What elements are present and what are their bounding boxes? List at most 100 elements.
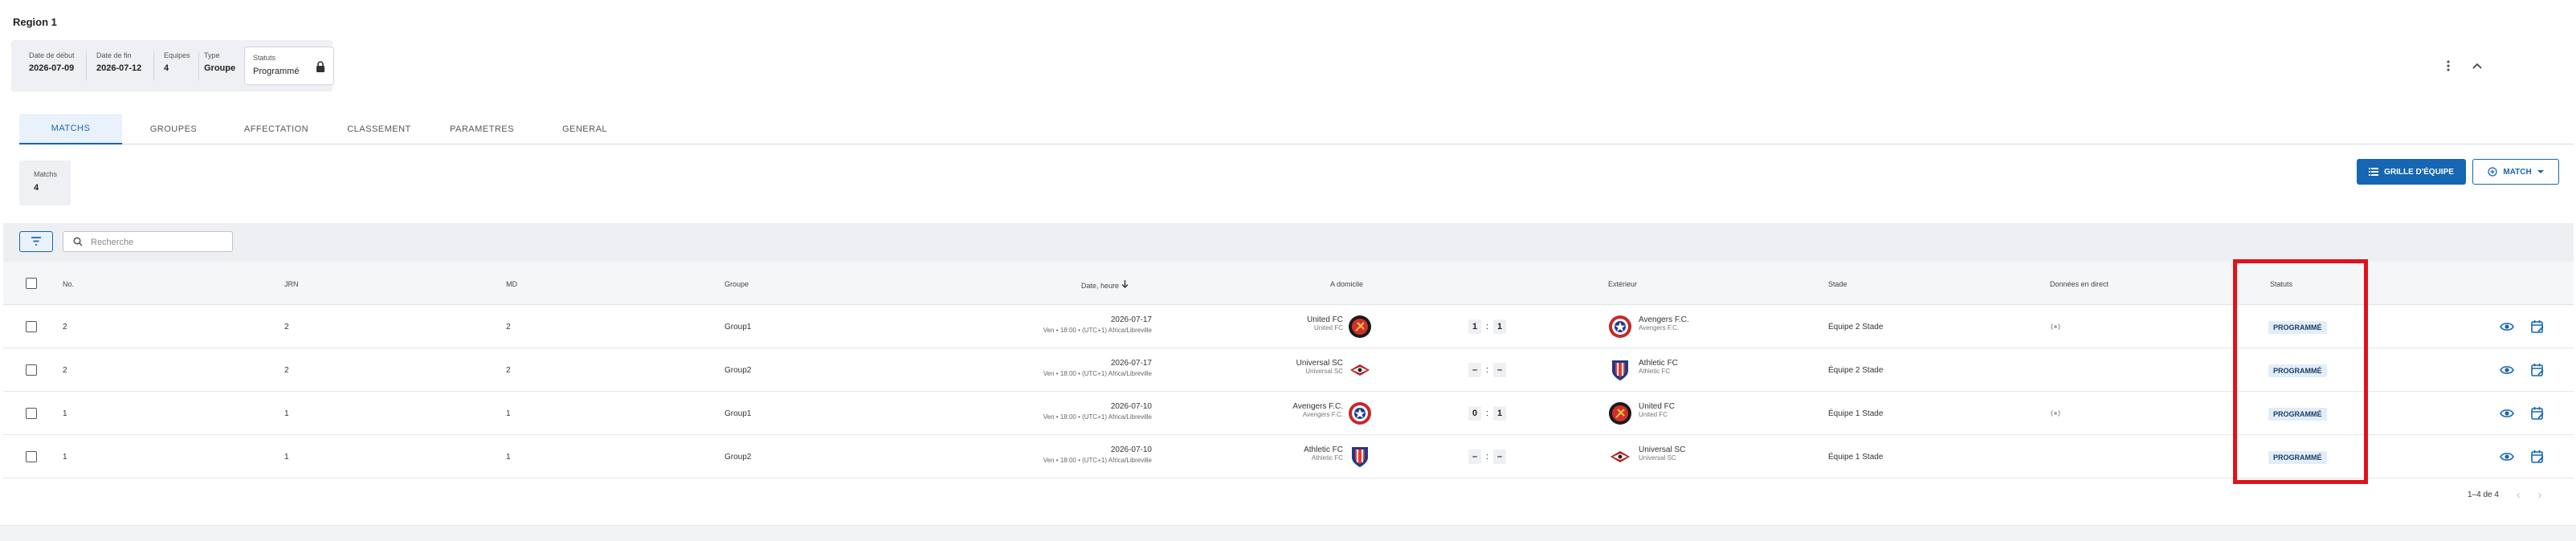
row-group: Group2 (725, 453, 752, 462)
add-circle-icon (2488, 167, 2497, 177)
score: – : – (1468, 449, 1507, 464)
search-input[interactable] (91, 235, 227, 250)
team-grid-label: GRILLE D'ÉQUIPE (2384, 167, 2454, 177)
away-score: 1 (1493, 406, 1507, 421)
row-jrn: 2 (284, 366, 289, 375)
header-datetime[interactable]: Date, heure (1081, 280, 1129, 290)
table-toolbar (3, 223, 2574, 262)
row-checkbox[interactable] (26, 321, 37, 332)
row-md: 2 (506, 323, 511, 332)
tab-parametres[interactable]: PARAMETRES (431, 114, 533, 144)
prev-page-icon[interactable]: ‹ (2517, 488, 2521, 501)
score-separator: : (1486, 409, 1489, 418)
header-group[interactable]: Groupe (725, 280, 749, 288)
teams-label: Equipes (164, 51, 190, 59)
tab-groupes[interactable]: GROUPES (122, 114, 225, 144)
header-home[interactable]: A domicile (1330, 280, 1363, 288)
avengers-fc-logo-icon (1609, 315, 1631, 338)
table-row[interactable]: 1 1 1 Group2 2026-07-10 Ven • 18:00 • (U… (3, 435, 2574, 478)
home-team-sub: Athletic FC (1311, 454, 1343, 462)
row-stadium: Équipe 2 Stade (1828, 366, 1884, 375)
row-md: 1 (506, 453, 511, 462)
header-live[interactable]: Données en direct (2050, 280, 2109, 288)
status-label: Statuts (253, 54, 276, 62)
home-team-sub: United FC (1313, 324, 1343, 332)
row-checkbox[interactable] (26, 364, 37, 376)
match-count-label: Matchs (34, 170, 58, 178)
event-info-panel: Date de début 2026-07-09 Date de fin 202… (11, 40, 334, 92)
matches-table: No. JRN MD Groupe Date, heure A domicile… (3, 262, 2574, 478)
avengers-fc-logo-icon (1349, 402, 1371, 425)
tab-general[interactable]: GENERAL (533, 114, 636, 144)
row-away-team: Athletic FC Athletic FC (1639, 359, 1678, 375)
header-away[interactable]: Extérieur (1608, 280, 1637, 288)
home-team-name: Athletic FC (1304, 445, 1343, 454)
row-home-team: United FC United FC (1208, 315, 1343, 332)
athletic-fc-logo-icon (1352, 447, 1368, 467)
calendar-edit-icon[interactable] (2530, 319, 2545, 334)
away-score: 1 (1493, 319, 1507, 334)
pagination-range: 1–4 de 4 (2468, 490, 2499, 499)
table-row[interactable]: 1 1 1 Group1 2026-07-10 Ven • 18:00 • (U… (3, 392, 2574, 435)
status-column-highlight (2233, 259, 2368, 484)
row-no: 2 (63, 366, 67, 375)
row-checkbox[interactable] (26, 451, 37, 462)
eye-icon[interactable] (2500, 449, 2514, 464)
next-page-icon[interactable]: › (2538, 488, 2542, 501)
pagination: 1–4 de 4 ‹ › (2468, 488, 2541, 501)
united-fc-logo-icon (1349, 315, 1371, 338)
eye-icon[interactable] (2500, 406, 2514, 421)
away-team-sub: Avengers F.C. (1639, 324, 1680, 332)
eye-icon[interactable] (2500, 363, 2514, 377)
row-group: Group1 (725, 323, 752, 332)
row-datetime: 2026-07-17 Ven • 18:00 • (UTC+1) Africa/… (951, 315, 1152, 340)
table-row[interactable]: 2 2 2 Group1 2026-07-17 Ven • 18:00 • (U… (3, 305, 2574, 348)
home-score: 1 (1468, 319, 1481, 334)
add-match-button[interactable]: MATCH (2472, 159, 2559, 185)
row-jrn: 1 (284, 409, 289, 418)
away-team-sub: Athletic FC (1639, 368, 1671, 375)
away-team-name: Athletic FC (1639, 359, 1678, 368)
page-title: Region 1 (13, 16, 57, 28)
info-end-date: Date de fin 2026-07-12 (92, 51, 154, 80)
home-team-sub: Avengers F.C. (1302, 411, 1343, 418)
table-header-row: No. JRN MD Groupe Date, heure A domicile… (3, 262, 2574, 305)
header-stadium[interactable]: Stade (1828, 280, 1847, 288)
team-grid-button[interactable]: GRILLE D'ÉQUIPE (2357, 159, 2466, 185)
more-vertical-icon[interactable] (2442, 59, 2455, 72)
calendar-edit-icon[interactable] (2530, 449, 2545, 464)
eye-icon[interactable] (2500, 319, 2514, 334)
row-md: 2 (506, 366, 511, 375)
row-checkbox[interactable] (26, 408, 37, 419)
select-all-checkbox[interactable] (26, 278, 37, 289)
info-teams: Equipes 4 (159, 51, 199, 80)
row-away-team: Universal SC Universal SC (1639, 445, 1685, 462)
home-score: – (1468, 449, 1481, 464)
row-jrn: 1 (284, 453, 289, 462)
row-date: 2026-07-17 (1110, 315, 1152, 324)
table-row[interactable]: 2 2 2 Group2 2026-07-17 Ven • 18:00 • (U… (3, 348, 2574, 392)
header-md[interactable]: MD (506, 280, 517, 288)
calendar-edit-icon[interactable] (2530, 363, 2545, 377)
tab-classement[interactable]: CLASSEMENT (328, 114, 431, 144)
away-team-name: Avengers F.C. (1639, 315, 1689, 324)
filter-button[interactable] (19, 231, 53, 252)
home-team-name: Universal SC (1296, 359, 1343, 368)
calendar-edit-icon[interactable] (2530, 406, 2545, 421)
header-jrn[interactable]: JRN (284, 280, 299, 288)
row-home-team: Athletic FC Athletic FC (1208, 445, 1343, 462)
universal-sc-logo-icon (1611, 451, 1630, 462)
row-no: 1 (63, 409, 67, 418)
row-jrn: 2 (284, 323, 289, 332)
away-team-sub: Universal SC (1639, 454, 1676, 462)
away-score: – (1493, 363, 1507, 377)
header-no[interactable]: No. (63, 280, 74, 288)
info-type: Type Groupe (199, 51, 239, 80)
tab-affectation[interactable]: AFFECTATION (225, 114, 328, 144)
chevron-up-icon[interactable] (2471, 59, 2484, 72)
row-date-sub: Ven • 18:00 • (UTC+1) Africa/Libreville (1043, 413, 1152, 421)
tab-matchs[interactable]: MATCHS (19, 114, 122, 144)
type-label: Type (204, 51, 220, 59)
row-stadium: Équipe 1 Stade (1828, 409, 1884, 418)
status-value: Programmé (253, 67, 300, 76)
